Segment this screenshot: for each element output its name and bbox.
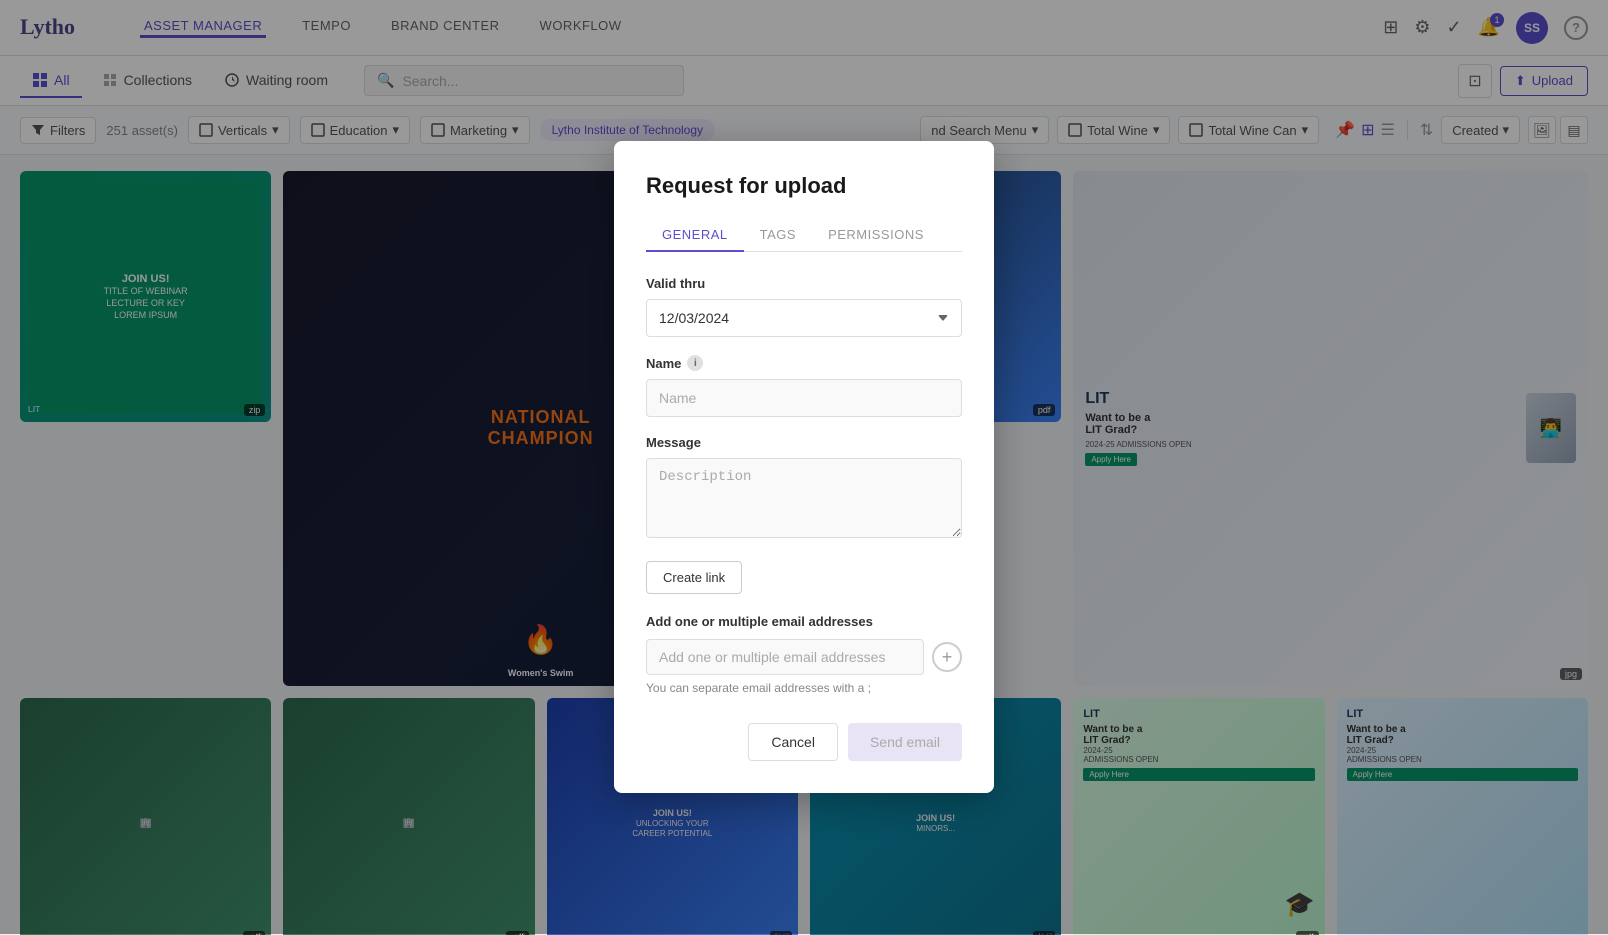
create-link-section: Create link bbox=[646, 561, 962, 594]
name-info-icon[interactable]: i bbox=[687, 355, 703, 371]
valid-thru-group: Valid thru 12/03/2024 bbox=[646, 276, 962, 337]
email-input-row: + bbox=[646, 639, 962, 675]
tab-tags[interactable]: TAGS bbox=[744, 219, 812, 252]
name-input[interactable] bbox=[646, 379, 962, 417]
name-group: Name i bbox=[646, 355, 962, 417]
email-hint: You can separate email addresses with a … bbox=[646, 681, 962, 695]
cancel-button[interactable]: Cancel bbox=[748, 723, 838, 761]
message-textarea[interactable] bbox=[646, 458, 962, 538]
tab-permissions[interactable]: PERMISSIONS bbox=[812, 219, 940, 252]
valid-thru-select[interactable]: 12/03/2024 bbox=[646, 299, 962, 337]
send-email-button[interactable]: Send email bbox=[848, 723, 962, 761]
modal-footer: Cancel Send email bbox=[646, 723, 962, 761]
message-group: Message bbox=[646, 435, 962, 543]
name-label: Name i bbox=[646, 355, 962, 371]
email-input[interactable] bbox=[646, 639, 924, 675]
valid-thru-label: Valid thru bbox=[646, 276, 962, 291]
request-upload-modal: Request for upload GENERAL TAGS PERMISSI… bbox=[614, 141, 994, 793]
add-email-button[interactable]: + bbox=[932, 642, 962, 672]
email-section-label: Add one or multiple email addresses bbox=[646, 614, 962, 629]
email-section: Add one or multiple email addresses + Yo… bbox=[646, 614, 962, 695]
modal-title: Request for upload bbox=[646, 173, 962, 199]
tab-general[interactable]: GENERAL bbox=[646, 219, 744, 252]
create-link-button[interactable]: Create link bbox=[646, 561, 742, 594]
modal-tabs: GENERAL TAGS PERMISSIONS bbox=[646, 219, 962, 252]
modal-overlay[interactable]: Request for upload GENERAL TAGS PERMISSI… bbox=[0, 0, 1608, 934]
message-label: Message bbox=[646, 435, 962, 450]
